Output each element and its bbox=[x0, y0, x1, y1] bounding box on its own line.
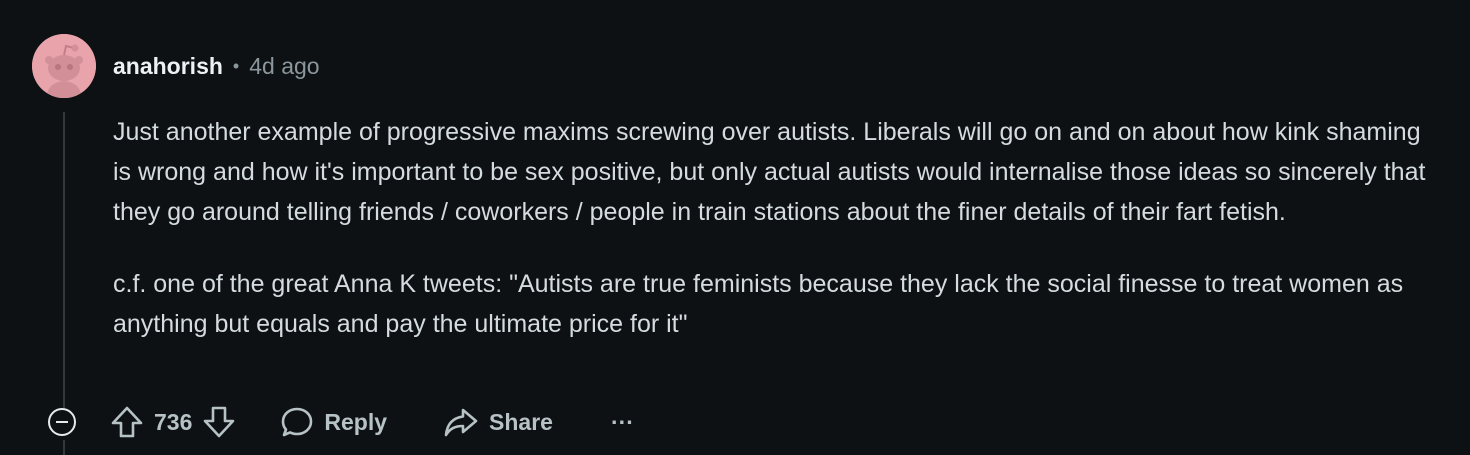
comment-body: Just another example of progressive maxi… bbox=[113, 112, 1443, 344]
collapse-minus-icon bbox=[56, 421, 68, 423]
share-arrow-icon bbox=[444, 408, 478, 437]
downvote-arrow-icon bbox=[204, 406, 235, 438]
more-options-button[interactable]: ··· bbox=[611, 409, 634, 436]
upvote-arrow-icon bbox=[111, 406, 143, 438]
share-button[interactable]: Share bbox=[443, 405, 553, 439]
comment-action-bar: 736 Reply Share ··· bbox=[110, 402, 634, 442]
ellipsis-icon: ··· bbox=[610, 408, 634, 435]
thread-line-continued[interactable] bbox=[63, 440, 65, 455]
comment-meta: anahorish • 4d ago bbox=[113, 52, 320, 80]
author-username[interactable]: anahorish bbox=[113, 52, 223, 80]
user-avatar[interactable] bbox=[32, 34, 96, 98]
thread-line[interactable] bbox=[63, 112, 65, 408]
speech-bubble-icon bbox=[282, 407, 313, 437]
reply-label: Reply bbox=[324, 408, 388, 435]
comment-timestamp[interactable]: 4d ago bbox=[249, 52, 319, 80]
comment-paragraph: c.f. one of the great Anna K tweets: "Au… bbox=[113, 270, 1404, 338]
vote-score: 736 bbox=[154, 408, 193, 435]
upvote-button[interactable] bbox=[110, 404, 144, 440]
comment-paragraph: Just another example of progressive maxi… bbox=[113, 118, 1426, 226]
downvote-button[interactable] bbox=[202, 404, 236, 440]
collapse-thread-button[interactable] bbox=[48, 408, 76, 436]
share-label: Share bbox=[489, 408, 553, 435]
default-snoo-avatar-icon bbox=[32, 34, 96, 98]
meta-separator: • bbox=[232, 56, 240, 76]
comment: anahorish • 4d ago Just another example … bbox=[0, 0, 1470, 455]
reply-button[interactable]: Reply bbox=[280, 405, 387, 439]
